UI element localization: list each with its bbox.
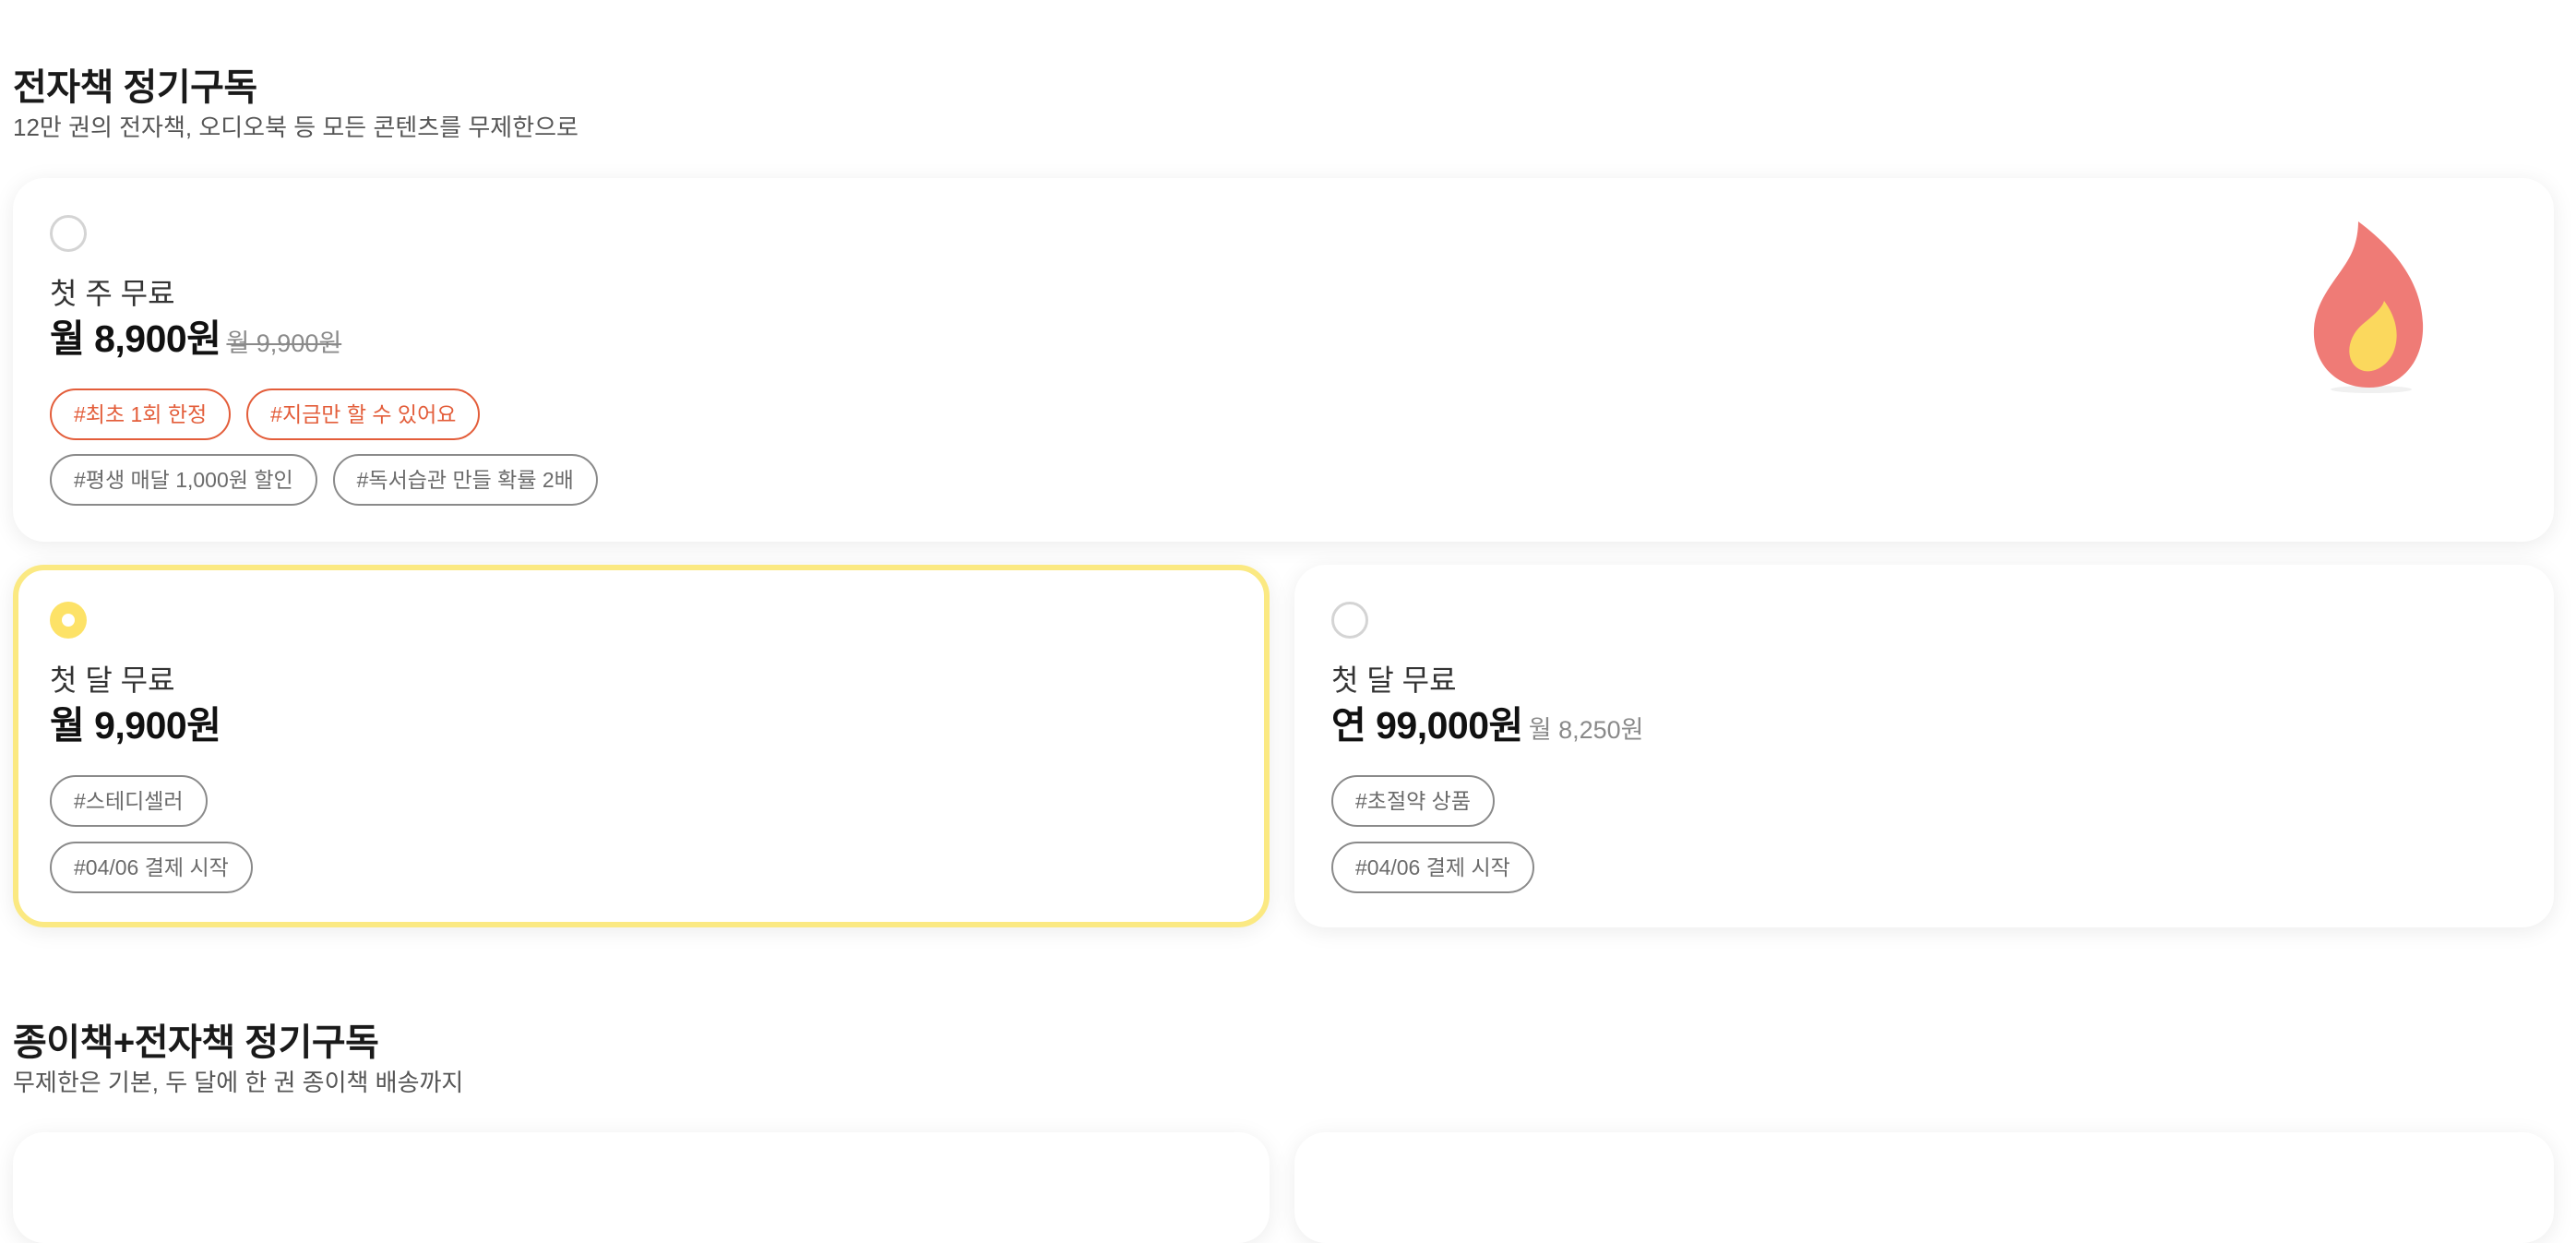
plan-tags: #04/06 결제 시작 bbox=[1331, 842, 1534, 893]
plan-tags: #초절약 상품 bbox=[1331, 775, 1495, 827]
plan-radio-checked[interactable] bbox=[50, 602, 87, 639]
plan-price: 월 8,900원 월 9,900원 bbox=[50, 307, 341, 363]
ebook-section-subtitle: 12만 권의 전자책, 오디오북 등 모든 콘텐츠를 무제한으로 bbox=[13, 114, 578, 141]
plan-card-monthly[interactable]: 첫 달 무료 월 9,900원 #스테디셀러 #04/06 결제 시작 bbox=[13, 565, 1270, 927]
plan-tags: #04/06 결제 시작 bbox=[50, 842, 253, 893]
plan-tags: #평생 매달 1,000원 할인 #독서습관 만들 확률 2배 bbox=[50, 454, 598, 506]
plan-tag: #최초 1회 한정 bbox=[50, 388, 232, 440]
plan-price: 월 9,900원 bbox=[50, 694, 221, 749]
ebook-section-title: 전자책 정기구독 bbox=[13, 67, 257, 108]
plan-tag: #04/06 결제 시작 bbox=[50, 842, 253, 893]
plan-price: 연 99,000원 월 8,250원 bbox=[1331, 694, 1643, 749]
plan-price-value: 월 9,900원 bbox=[50, 704, 221, 747]
plan-price-value: 월 8,900원 bbox=[50, 317, 221, 360]
paper-section-subtitle: 무제한은 기본, 두 달에 한 권 종이책 배송까지 bbox=[13, 1069, 464, 1096]
plan-highlight-tags: #최초 1회 한정 #지금만 할 수 있어요 bbox=[50, 388, 481, 440]
plan-radio[interactable] bbox=[50, 215, 87, 252]
paper-plan-card[interactable] bbox=[1294, 1132, 2554, 1243]
plan-tags: #스테디셀러 bbox=[50, 775, 208, 827]
plan-price-value: 연 99,000원 bbox=[1331, 704, 1523, 747]
plan-tag: #초절약 상품 bbox=[1331, 775, 1495, 827]
plan-card-annual[interactable]: 첫 달 무료 연 99,000원 월 8,250원 #초절약 상품 #04/06 … bbox=[1294, 565, 2554, 927]
flame-icon bbox=[2313, 221, 2424, 393]
paper-plan-card[interactable] bbox=[13, 1132, 1270, 1243]
plan-card-first-week-free[interactable]: 첫 주 무료 월 8,900원 월 9,900원 #최초 1회 한정 #지금만 할… bbox=[13, 178, 2554, 542]
plan-tag: #04/06 결제 시작 bbox=[1331, 842, 1534, 893]
plan-tag: #평생 매달 1,000원 할인 bbox=[50, 454, 317, 506]
plan-monthly-price: 월 8,250원 bbox=[1528, 716, 1644, 744]
plan-tag: #지금만 할 수 있어요 bbox=[246, 388, 481, 440]
plan-tag: #스테디셀러 bbox=[50, 775, 208, 827]
plan-tag: #독서습관 만들 확률 2배 bbox=[332, 454, 598, 506]
plan-radio[interactable] bbox=[1331, 602, 1368, 639]
plan-original-price: 월 9,900원 bbox=[226, 329, 342, 357]
paper-section-title: 종이책+전자책 정기구독 bbox=[13, 1022, 379, 1063]
